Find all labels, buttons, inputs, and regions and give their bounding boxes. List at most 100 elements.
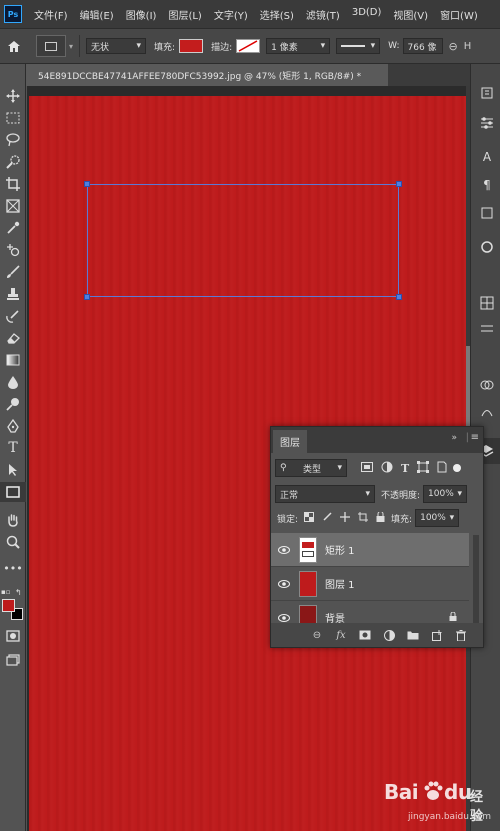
default-colors-icon[interactable]: ▪▫ xyxy=(1,588,11,596)
new-group-icon[interactable] xyxy=(401,630,425,640)
layer-filter-row: ⚲ 类型 ▾ T xyxy=(275,459,479,477)
opacity-value: 100% xyxy=(428,489,454,499)
collapse-icon[interactable]: » xyxy=(451,433,457,443)
transform-handle-bottom-left[interactable] xyxy=(84,294,90,300)
libraries-icon[interactable] xyxy=(478,294,496,312)
fill-field[interactable]: 100% ▾ xyxy=(415,509,460,527)
path-selection-tool-icon[interactable] xyxy=(0,460,26,480)
panel-menu-icon[interactable]: ≡ xyxy=(471,432,479,443)
menu-filter[interactable]: 滤镜(T) xyxy=(306,7,340,22)
shape-mode-dropdown[interactable]: 无状 ▾ xyxy=(86,38,147,54)
lock-transparent-icon[interactable] xyxy=(304,511,315,525)
filter-toggle-icon[interactable] xyxy=(453,464,462,472)
link-layers-icon[interactable]: ⊖ xyxy=(305,630,329,641)
stroke-width-field[interactable]: 1 像素 ▾ xyxy=(266,38,331,54)
layer-row[interactable]: 背景 xyxy=(271,601,469,625)
transform-handle-top-right[interactable] xyxy=(396,181,402,187)
stroke-type-dropdown[interactable]: ▾ xyxy=(336,38,381,54)
stroke-color-swatch[interactable] xyxy=(236,39,261,53)
link-icon[interactable]: ⊖ xyxy=(449,40,458,53)
history-brush-tool-icon[interactable] xyxy=(0,306,26,326)
frame-tool-icon[interactable] xyxy=(0,196,26,216)
crop-tool-icon[interactable] xyxy=(0,174,26,194)
transform-handle-bottom-right[interactable] xyxy=(396,294,402,300)
paths-icon[interactable] xyxy=(478,402,496,420)
menu-image[interactable]: 图像(I) xyxy=(126,7,157,22)
menu-window[interactable]: 窗口(W) xyxy=(440,7,478,22)
quick-mask-icon[interactable] xyxy=(0,626,26,646)
transform-handle-top-left[interactable] xyxy=(84,181,90,187)
home-icon[interactable] xyxy=(0,40,28,53)
fill-color-swatch[interactable] xyxy=(179,39,204,53)
character-icon[interactable]: A xyxy=(478,148,496,166)
chevron-down-icon[interactable]: ▾ xyxy=(69,42,73,51)
lock-artboard-icon[interactable] xyxy=(358,511,369,525)
menu-file[interactable]: 文件(F) xyxy=(34,7,68,22)
pixel-filter-icon[interactable] xyxy=(361,461,373,475)
menu-view[interactable]: 视图(V) xyxy=(393,7,428,22)
lock-position-icon[interactable] xyxy=(340,511,351,525)
healing-brush-tool-icon[interactable] xyxy=(0,240,26,260)
shape-filter-icon[interactable] xyxy=(417,460,430,476)
visibility-eye-icon[interactable] xyxy=(271,579,297,588)
visibility-eye-icon[interactable] xyxy=(271,545,297,554)
menu-edit[interactable]: 编辑(E) xyxy=(80,7,114,22)
lasso-tool-icon[interactable] xyxy=(0,130,26,150)
adjustment-layer-icon[interactable] xyxy=(377,629,401,641)
tool-preset-picker[interactable] xyxy=(36,35,66,57)
fx-icon[interactable]: fx xyxy=(329,630,353,641)
type-filter-icon[interactable]: T xyxy=(401,462,409,475)
layer-row[interactable]: 图层 1 xyxy=(271,567,469,601)
document-tab-bar: 54E891DCCBE47741AFFEE780DFC53992.jpg @ 4… xyxy=(26,64,470,86)
foreground-color-swatch[interactable] xyxy=(2,599,15,612)
quick-select-tool-icon[interactable] xyxy=(0,152,26,172)
history-icon[interactable] xyxy=(478,84,496,102)
adjustment-filter-icon[interactable] xyxy=(381,461,393,476)
visibility-eye-icon[interactable] xyxy=(271,613,297,622)
eraser-tool-icon[interactable] xyxy=(0,328,26,348)
eyedropper-tool-icon[interactable] xyxy=(0,218,26,238)
marquee-tool-icon[interactable] xyxy=(0,108,26,128)
fill-label: 填充: xyxy=(154,42,176,53)
filter-kind-dropdown[interactable]: ⚲ 类型 ▾ xyxy=(275,459,347,477)
paragraph-icon[interactable]: ¶ xyxy=(478,176,496,194)
lock-pixels-icon[interactable] xyxy=(322,511,332,525)
swap-colors-icon[interactable]: ↰ xyxy=(15,588,22,597)
menu-3d[interactable]: 3D(D) xyxy=(352,7,382,22)
new-layer-icon[interactable] xyxy=(425,629,449,641)
blur-tool-icon[interactable] xyxy=(0,372,26,392)
rectangle-tool-icon[interactable] xyxy=(0,482,26,502)
add-mask-icon[interactable] xyxy=(353,630,377,640)
adjust-sliders-icon[interactable] xyxy=(478,114,496,132)
brush-tool-icon[interactable] xyxy=(0,262,26,282)
properties-icon[interactable] xyxy=(478,204,496,222)
delete-layer-icon[interactable] xyxy=(449,629,473,641)
opacity-field[interactable]: 100% ▾ xyxy=(423,485,468,503)
pen-tool-icon[interactable] xyxy=(0,416,26,436)
more-tools-icon[interactable]: ••• xyxy=(0,558,26,578)
grid-icon[interactable] xyxy=(478,320,496,338)
type-tool-icon[interactable]: T xyxy=(0,438,26,458)
layer-list-scrollbar[interactable] xyxy=(473,535,479,623)
dodge-tool-icon[interactable] xyxy=(0,394,26,414)
width-field[interactable]: 766 像 xyxy=(402,38,443,54)
document-tab[interactable]: 54E891DCCBE47741AFFEE780DFC53992.jpg @ 4… xyxy=(26,64,388,86)
blend-mode-dropdown[interactable]: 正常 ▾ xyxy=(275,485,375,503)
color-swatches[interactable]: ▪▫ ↰ xyxy=(0,588,26,624)
swatches-icon[interactable] xyxy=(478,238,496,256)
layer-row[interactable]: 矩形 1 xyxy=(271,533,469,567)
smart-object-filter-icon[interactable] xyxy=(437,461,447,476)
lock-all-icon[interactable] xyxy=(376,510,385,525)
hand-tool-icon[interactable] xyxy=(0,510,26,530)
zoom-tool-icon[interactable] xyxy=(0,532,26,552)
channels-icon[interactable] xyxy=(478,376,496,394)
screen-mode-icon[interactable] xyxy=(0,650,26,670)
rectangle-shape-path[interactable] xyxy=(87,184,399,297)
tab-layers[interactable]: 图层 xyxy=(273,430,307,453)
clone-stamp-tool-icon[interactable] xyxy=(0,284,26,304)
menu-type[interactable]: 文字(Y) xyxy=(214,7,248,22)
menu-layer[interactable]: 图层(L) xyxy=(168,7,201,22)
gradient-tool-icon[interactable] xyxy=(0,350,26,370)
menu-select[interactable]: 选择(S) xyxy=(260,7,294,22)
move-tool-icon[interactable] xyxy=(0,86,26,106)
